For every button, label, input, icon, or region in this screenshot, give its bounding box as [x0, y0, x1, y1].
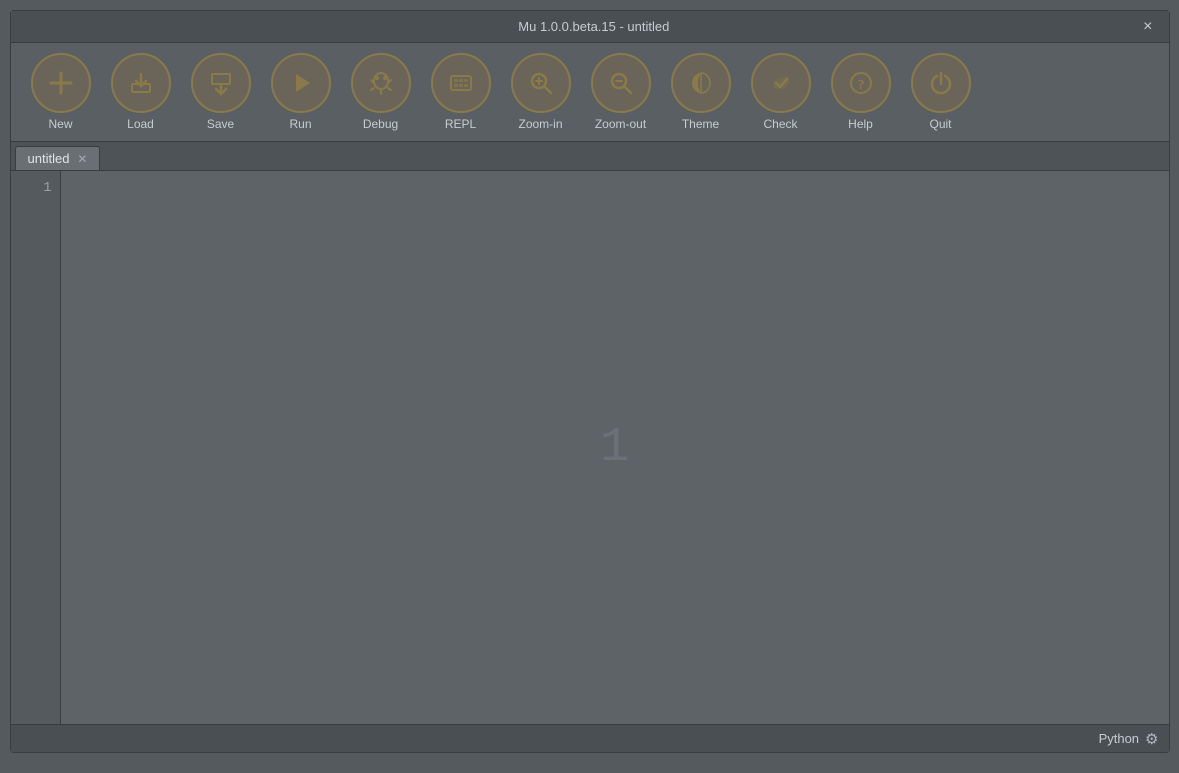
- debug-icon: [351, 53, 411, 113]
- new-label: New: [48, 117, 72, 131]
- tab-untitled[interactable]: untitled ✕: [15, 146, 101, 170]
- zoom-out-label: Zoom-out: [595, 117, 646, 131]
- help-button[interactable]: ? Help: [821, 49, 901, 135]
- language-status: Python ⚙: [1099, 730, 1159, 748]
- debug-label: Debug: [363, 117, 398, 131]
- run-label: Run: [289, 117, 311, 131]
- new-button[interactable]: New: [21, 49, 101, 135]
- load-label: Load: [127, 117, 154, 131]
- close-button[interactable]: ×: [1137, 16, 1158, 38]
- save-label: Save: [207, 117, 234, 131]
- zoom-out-button[interactable]: Zoom-out: [581, 49, 661, 135]
- save-icon: [191, 53, 251, 113]
- code-editor[interactable]: 1: [61, 171, 1169, 724]
- debug-button[interactable]: Debug: [341, 49, 421, 135]
- window-title: Mu 1.0.0.beta.15 - untitled: [51, 19, 1138, 34]
- zoom-in-label: Zoom-in: [518, 117, 562, 131]
- theme-icon: [671, 53, 731, 113]
- load-icon: [111, 53, 171, 113]
- save-button[interactable]: Save: [181, 49, 261, 135]
- tab-label: untitled: [28, 151, 70, 166]
- help-label: Help: [848, 117, 873, 131]
- toolbar: New Load Save: [11, 43, 1169, 142]
- quit-label: Quit: [929, 117, 951, 131]
- line-number-1: 1: [19, 177, 52, 199]
- zoom-out-icon: [591, 53, 651, 113]
- check-label: Check: [763, 117, 797, 131]
- editor-large-line-num: 1: [600, 421, 629, 475]
- new-icon: [31, 53, 91, 113]
- zoom-in-icon: [511, 53, 571, 113]
- gear-icon[interactable]: ⚙: [1145, 730, 1158, 748]
- check-button[interactable]: Check: [741, 49, 821, 135]
- title-bar: Mu 1.0.0.beta.15 - untitled ×: [11, 11, 1169, 43]
- repl-button[interactable]: REPL: [421, 49, 501, 135]
- line-numbers: 1: [11, 171, 61, 724]
- repl-label: REPL: [445, 117, 476, 131]
- run-icon: [271, 53, 331, 113]
- app-window: Mu 1.0.0.beta.15 - untitled × New: [10, 10, 1170, 753]
- tabs-bar: untitled ✕: [11, 142, 1169, 171]
- editor-area: 1 1: [11, 171, 1169, 724]
- check-icon: [751, 53, 811, 113]
- theme-label: Theme: [682, 117, 719, 131]
- help-icon: ?: [831, 53, 891, 113]
- quit-button[interactable]: Quit: [901, 49, 981, 135]
- repl-icon: [431, 53, 491, 113]
- zoom-in-button[interactable]: Zoom-in: [501, 49, 581, 135]
- status-bar: Python ⚙: [11, 724, 1169, 752]
- tab-close-button[interactable]: ✕: [77, 152, 87, 166]
- theme-button[interactable]: Theme: [661, 49, 741, 135]
- language-label: Python: [1099, 731, 1139, 746]
- run-button[interactable]: Run: [261, 49, 341, 135]
- load-button[interactable]: Load: [101, 49, 181, 135]
- svg-text:?: ?: [857, 78, 864, 93]
- quit-icon: [911, 53, 971, 113]
